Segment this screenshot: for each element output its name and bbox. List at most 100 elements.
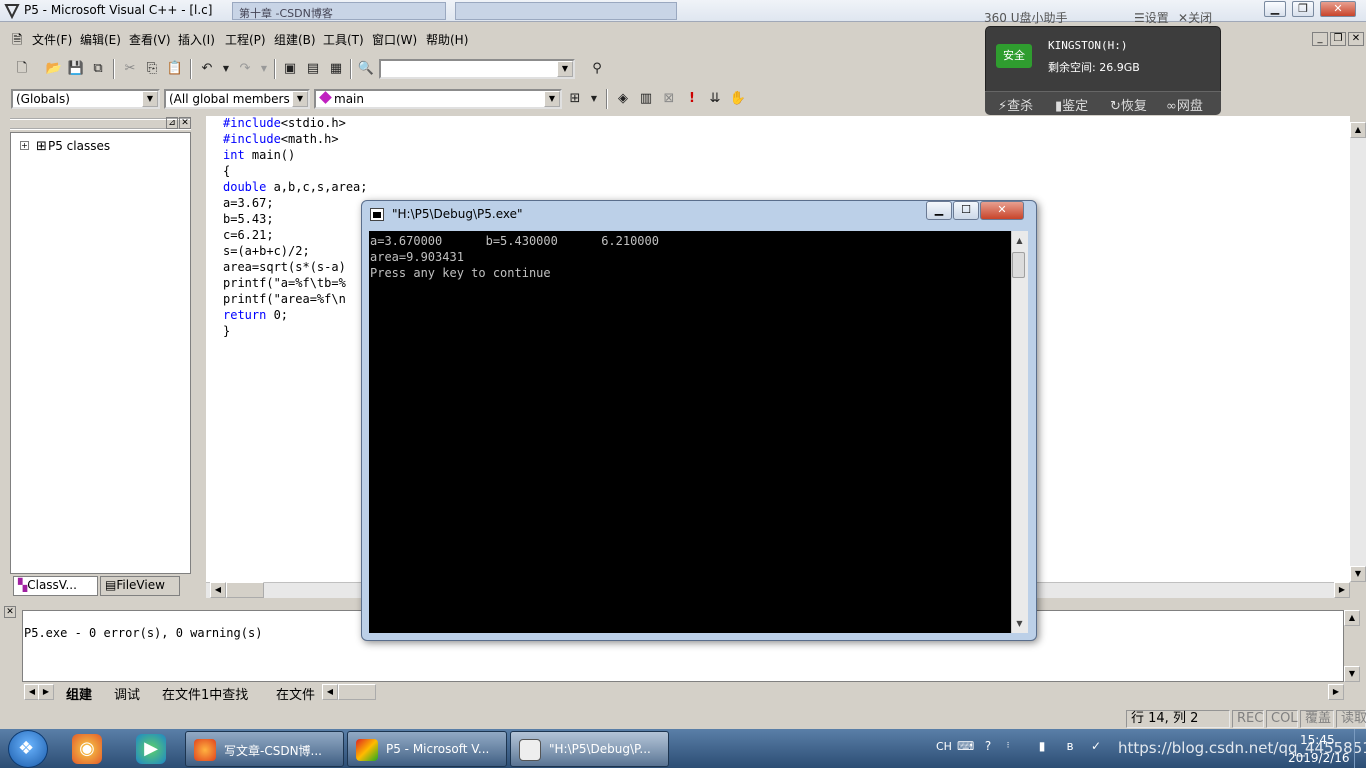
u360-restore-button[interactable]: ↻恢复 [1110,95,1147,114]
u360-cloud-button[interactable]: ∞网盘 [1166,95,1203,114]
compile-icon[interactable]: ◈ [613,89,633,109]
find-combo[interactable] [379,59,575,79]
menu-build[interactable]: 组建(B) [274,31,316,48]
menu-edit[interactable]: 编辑(E) [80,31,121,48]
scroll-up-button[interactable]: ▲ [1350,122,1366,138]
bg-tab-1[interactable]: 第十章 -CSDN博客 [232,2,446,20]
scroll-down-button[interactable]: ▼ [1350,566,1366,582]
show-desktop-button[interactable] [1354,729,1366,768]
close-button[interactable]: ✕ [1320,1,1356,17]
cut-icon[interactable]: ✂ [120,59,140,79]
security-icon[interactable]: ✓ [1088,738,1104,754]
copy-icon[interactable]: ⎘ [142,59,162,79]
tab-debug[interactable]: 调试 [114,684,140,703]
tab-find-in-files-1[interactable]: 在文件1中查找 [162,684,248,703]
clock-time[interactable]: 15:45 [1300,733,1335,747]
output-hscroll-thumb[interactable] [338,684,376,700]
output-tab-next[interactable]: ▶ [38,684,54,700]
menu-file[interactable]: 文件(F) [32,31,72,48]
function-combo-dropdown[interactable]: ▼ [544,91,560,107]
paste-icon[interactable]: 📋 [165,59,185,79]
tab-classview[interactable]: ▚ClassV... [13,576,98,596]
u360-close[interactable]: ✕关闭 [1178,9,1212,26]
editor-vertical-scrollbar[interactable] [1350,122,1366,582]
wizard-action-icon[interactable]: ⊞ [565,89,585,109]
undo-icon[interactable]: ↶ [197,59,217,79]
search-binoculars-icon[interactable]: ⚲ [587,59,607,79]
menu-help[interactable]: 帮助(H) [426,31,468,48]
output-hscroll-left[interactable]: ◀ [322,684,338,700]
clock-date[interactable]: 2019/2/16 [1288,751,1350,765]
stop-build-icon[interactable]: ⊠ [659,89,679,109]
bluetooth-icon[interactable]: ʙ [1062,738,1078,754]
maximize-button[interactable]: ❐ [1292,1,1314,17]
menu-window[interactable]: 窗口(W) [372,31,417,48]
output-scroll-down[interactable]: ▼ [1344,666,1360,682]
mdi-minimize-button[interactable]: _ [1312,32,1328,46]
redo-icon[interactable]: ↷ [235,59,255,79]
media-player-icon[interactable]: ▶ [136,734,166,764]
function-combo[interactable]: main [314,89,562,109]
scroll-right-button[interactable]: ▶ [1334,582,1350,598]
usb-drive-icon[interactable]: ▮ [1034,738,1050,754]
scroll-left-button[interactable]: ◀ [210,582,226,598]
open-folder-icon[interactable]: 📂 [44,59,64,79]
help-icon[interactable]: ? [980,738,996,754]
scope-combo[interactable]: (Globals) [11,89,160,109]
workspace-grip[interactable] [10,118,191,130]
workspace-dock-button[interactable]: ⊿ [166,117,178,129]
menu-tools[interactable]: 工具(T) [323,31,364,48]
build-icon[interactable]: ▥ [636,89,656,109]
task-console[interactable]: "H:\P5\Debug\P... [510,731,669,767]
console-scroll-down[interactable]: ▼ [1012,616,1027,631]
mdi-close-button[interactable]: ✕ [1348,32,1364,46]
console-close-button[interactable]: ✕ [980,201,1024,220]
console-scroll-thumb[interactable] [1012,252,1025,278]
undo-dropdown-icon[interactable]: ▼ [216,59,236,79]
breakpoint-hand-icon[interactable]: ✋ [728,89,748,109]
execute-icon[interactable]: ! [682,89,702,109]
wizard-action-dropdown-icon[interactable]: ▼ [584,89,604,109]
tab-fileview[interactable]: ▤FileView [100,576,180,596]
task-firefox[interactable]: 写文章-CSDN博... [185,731,344,767]
bg-tab-2[interactable] [455,2,677,20]
menu-project[interactable]: 工程(P) [225,31,266,48]
mdi-restore-button[interactable]: ❐ [1330,32,1346,46]
output-window-icon[interactable]: ▤ [303,59,323,79]
save-icon[interactable]: 💾 [66,59,86,79]
minimize-button[interactable]: ▁ [1264,1,1286,17]
workspace-close-button[interactable]: ✕ [179,117,191,129]
console-scrollbar[interactable] [1011,231,1028,633]
keyboard-icon[interactable]: ⌨ [957,738,974,754]
find-combo-dropdown[interactable]: ▼ [557,61,573,77]
console-maximize-button[interactable]: ☐ [953,201,979,220]
tree-root-label[interactable]: P5 classes [48,139,110,153]
redo-dropdown-icon[interactable]: ▼ [254,59,274,79]
menu-insert[interactable]: 插入(I) [178,31,215,48]
scope-combo-dropdown[interactable]: ▼ [142,91,158,107]
u360-scan-button[interactable]: ⚡查杀 [998,95,1033,114]
menu-view[interactable]: 查看(V) [129,31,171,48]
u360-settings[interactable]: ☰设置 [1134,9,1169,26]
console-scroll-up[interactable]: ▲ [1012,233,1027,248]
members-combo-dropdown[interactable]: ▼ [292,91,308,107]
workspace-icon[interactable]: ▣ [280,59,300,79]
input-language[interactable]: CH [936,740,952,753]
output-close-button[interactable]: ✕ [4,606,16,618]
window-list-icon[interactable]: ▦ [326,59,346,79]
save-all-icon[interactable]: ⧉ [88,59,108,79]
360-launcher-icon[interactable]: ◉ [72,734,102,764]
console-minimize-button[interactable]: ▁ [926,201,952,220]
find-in-files-icon[interactable]: 🔍 [356,59,376,79]
tab-build[interactable]: 组建 [66,684,92,703]
expand-plus-icon[interactable]: + [20,141,29,150]
go-debug-icon[interactable]: ⇊ [705,89,725,109]
hscroll-thumb[interactable] [226,582,264,598]
tab-find-in-files-2[interactable]: 在文件 [276,684,315,703]
tray-options-icon[interactable]: ⁝ [1000,738,1016,754]
members-combo[interactable]: (All global members [164,89,310,109]
task-visual-cpp[interactable]: P5 - Microsoft V... [347,731,507,767]
output-scroll-up[interactable]: ▲ [1344,610,1360,626]
u360-verify-button[interactable]: ▮鉴定 [1055,95,1088,114]
output-hscroll-right[interactable]: ▶ [1328,684,1344,700]
